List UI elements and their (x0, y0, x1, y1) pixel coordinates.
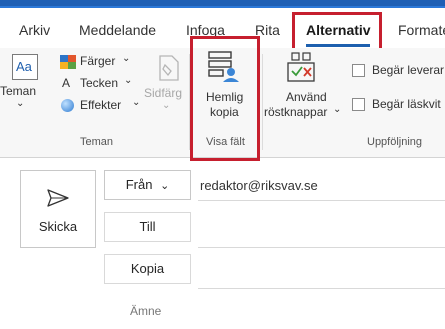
request-read-checkbox[interactable] (352, 98, 365, 111)
voting-label-line1: Använd (286, 90, 327, 104)
from-value: redaktor@riksvav.se (200, 178, 318, 193)
from-underline (198, 200, 445, 201)
request-read-checkbox-row[interactable]: Begär läskvit (352, 96, 445, 114)
page-color-icon (159, 55, 179, 81)
from-chevron-icon: ⌄ (160, 180, 170, 192)
themes-button[interactable]: Aa Teman ⌄ (0, 54, 44, 114)
to-underline (198, 247, 445, 248)
voting-buttons-icon (287, 52, 315, 82)
themes-label: Teman (0, 84, 37, 98)
tab-format[interactable]: Formate (398, 22, 445, 38)
page-color-label: Sidfärg (144, 86, 183, 100)
fonts-label: Tecken (80, 76, 119, 90)
effects-button[interactable]: Effekter ⌄ (60, 97, 142, 116)
voting-label-line2: röstknappar (264, 105, 328, 119)
cc-input[interactable] (198, 254, 445, 284)
group-label-teman: Teman (80, 136, 114, 148)
to-button[interactable]: Till (104, 212, 191, 242)
page-color-button[interactable]: Sidfärg ⌄ (144, 54, 188, 128)
send-icon (47, 189, 69, 207)
request-delivery-label: Begär leverar (372, 63, 445, 77)
fonts-button[interactable]: A Tecken ⌄ (60, 75, 140, 94)
group-label-uppfoljning: Uppföljning (367, 136, 423, 148)
colors-swatch-icon (60, 55, 76, 69)
send-label: Skicka (38, 219, 78, 234)
colors-label: Färger (80, 54, 116, 68)
tab-arkiv[interactable]: Arkiv (19, 22, 50, 38)
fonts-icon: A (62, 76, 71, 90)
to-input[interactable] (198, 212, 445, 242)
request-delivery-checkbox-row[interactable]: Begär leverar (352, 62, 445, 80)
from-label: Från (125, 177, 153, 192)
voting-chevron-icon: ⌄ (333, 104, 342, 115)
page-color-chevron-icon: ⌄ (162, 100, 171, 111)
send-button[interactable]: Skicka (20, 170, 96, 248)
tab-meddelande[interactable]: Meddelande (79, 22, 156, 38)
effects-icon (61, 99, 74, 112)
cc-button[interactable]: Kopia (104, 254, 191, 284)
bcc-highlight-box (190, 36, 260, 161)
request-delivery-checkbox[interactable] (352, 64, 365, 77)
subject-label: Ämne (130, 304, 162, 318)
subject-input[interactable] (198, 298, 445, 324)
themes-icon: Aa (12, 54, 38, 80)
colors-button[interactable]: Färger ⌄ (60, 53, 140, 72)
effects-chevron-icon: ⌄ (132, 97, 141, 108)
window-top-bar (0, 0, 445, 8)
fonts-chevron-icon: ⌄ (124, 75, 133, 86)
group-separator (262, 54, 263, 150)
from-button[interactable]: Från ⌄ (104, 170, 191, 200)
cc-underline (198, 288, 445, 289)
themes-chevron-icon: ⌄ (16, 98, 25, 109)
voting-buttons-button[interactable]: Använd röstknappar ⌄ (264, 50, 342, 128)
effects-label: Effekter (80, 98, 122, 112)
colors-chevron-icon: ⌄ (122, 53, 131, 64)
request-read-label: Begär läskvit (372, 97, 441, 111)
